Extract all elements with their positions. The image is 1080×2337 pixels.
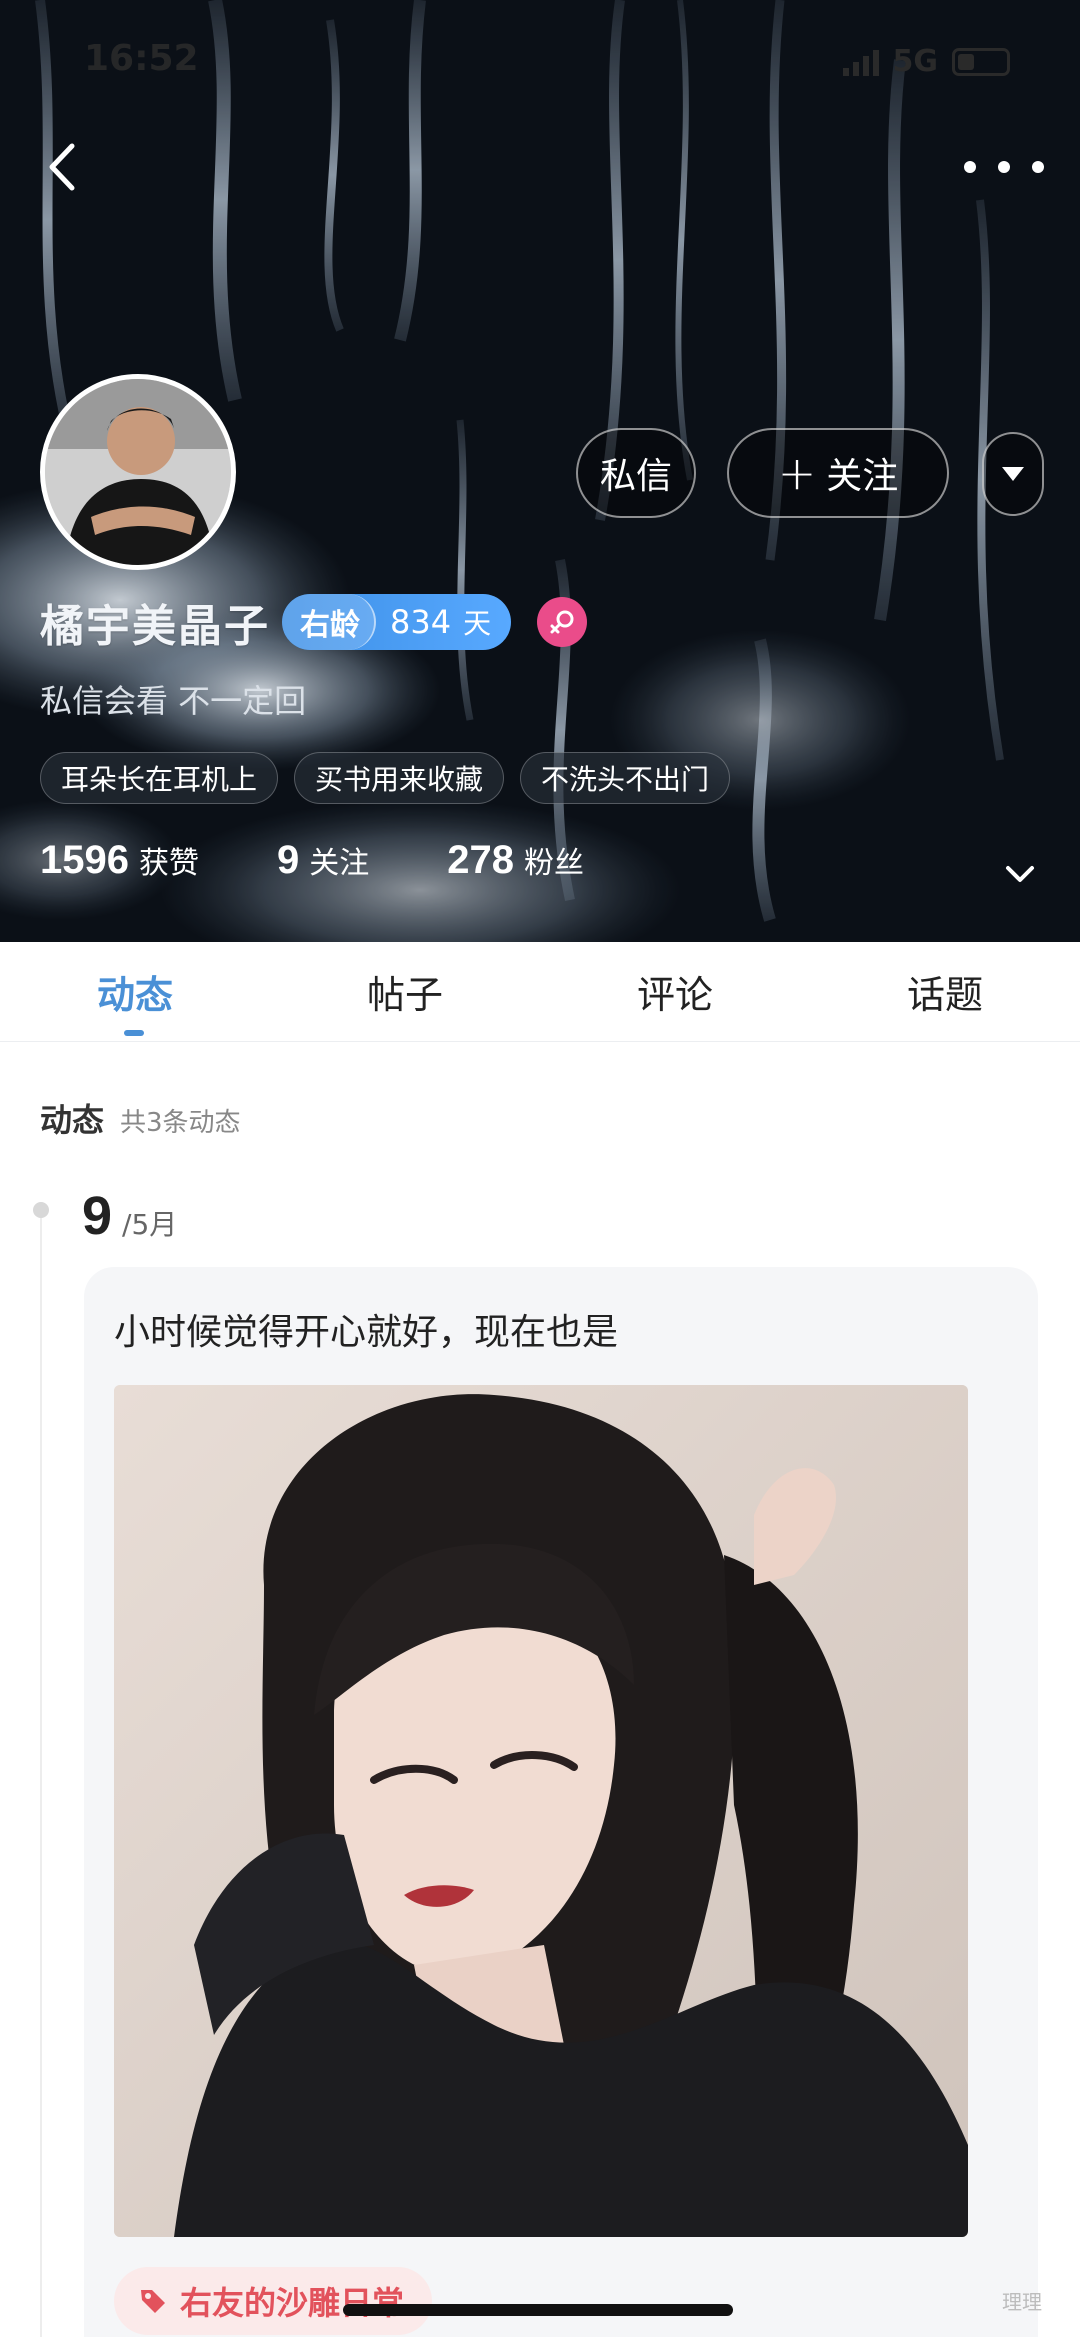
age-badge-value: 834 bbox=[390, 603, 452, 641]
chevron-down-icon bbox=[1006, 866, 1034, 882]
profile-tag[interactable]: 买书用来收藏 bbox=[294, 752, 505, 804]
home-indicator bbox=[343, 2304, 733, 2316]
timeline-dot bbox=[33, 1202, 49, 1218]
stat-label: 粉丝 bbox=[523, 846, 584, 881]
signal-icon bbox=[842, 48, 879, 76]
status-bar: 16:52 5G bbox=[0, 38, 1080, 88]
name-row: 橘宇美晶子 右龄 834 天 bbox=[40, 592, 588, 652]
feed-count: 共3条动态 bbox=[120, 1108, 241, 1138]
username: 橘宇美晶子 bbox=[40, 601, 270, 652]
profile-tabs: 动态 帖子 评论 话题 bbox=[0, 942, 1080, 1042]
stat-label: 获赞 bbox=[138, 846, 199, 881]
topic-label: 右友的沙雕日常 bbox=[180, 2284, 405, 2322]
age-badge-label: 右龄 bbox=[282, 594, 376, 650]
stat-followers[interactable]: 278 粉丝 bbox=[447, 838, 584, 883]
post-text: 小时候觉得开心就好，现在也是 bbox=[114, 1312, 619, 1353]
tab-posts[interactable]: 帖子 bbox=[270, 964, 540, 1019]
post-date: 9 /5月 bbox=[82, 1185, 177, 1247]
feed: 动态 共3条动态 9 /5月 小时候觉得开心就好，现在也是 右友的沙雕日常 bbox=[0, 1043, 1080, 2337]
tab-topics[interactable]: 话题 bbox=[810, 964, 1080, 1019]
watermark: 理理 bbox=[1002, 2290, 1042, 2314]
age-badge[interactable]: 右龄 834 天 bbox=[282, 594, 512, 650]
more-icon bbox=[964, 161, 976, 173]
follow-button[interactable]: + 关注 bbox=[727, 428, 949, 518]
dropdown-button[interactable] bbox=[982, 432, 1044, 516]
signature: 私信会看 不一定回 bbox=[40, 682, 307, 720]
battery-icon bbox=[952, 47, 1010, 76]
profile-header: 16:52 5G 私信 + 关注 橘宇美晶子 右龄 834 天 私信会看 不一定… bbox=[0, 0, 1080, 942]
female-icon bbox=[537, 597, 588, 647]
post-day: 9 bbox=[82, 1186, 113, 1246]
post-month: /5月 bbox=[122, 1208, 178, 1241]
post-card[interactable]: 小时候觉得开心就好，现在也是 右友的沙雕日常 bbox=[84, 1267, 1038, 2337]
tag-list: 耳朵长在耳机上 买书用来收藏 不洗头不出门 bbox=[40, 752, 731, 804]
stat-value: 1596 bbox=[40, 838, 129, 882]
follow-button-label: 关注 bbox=[826, 456, 899, 497]
tab-indicator bbox=[124, 1030, 144, 1036]
stat-following[interactable]: 9 关注 bbox=[277, 838, 369, 883]
stat-label: 关注 bbox=[309, 846, 370, 881]
timeline-line bbox=[40, 1213, 42, 2337]
stat-likes[interactable]: 1596 获赞 bbox=[40, 838, 199, 883]
expand-button[interactable] bbox=[1004, 862, 1036, 886]
tab-dynamics[interactable]: 动态 bbox=[0, 964, 270, 1019]
network-type: 5G bbox=[892, 44, 939, 79]
age-badge-unit: 天 bbox=[463, 607, 492, 640]
feed-header: 动态 共3条动态 bbox=[40, 1095, 241, 1141]
profile-tag[interactable]: 耳朵长在耳机上 bbox=[40, 752, 279, 804]
message-button[interactable]: 私信 bbox=[576, 428, 696, 518]
profile-tag[interactable]: 不洗头不出门 bbox=[520, 752, 731, 804]
topic-chip[interactable]: 右友的沙雕日常 bbox=[114, 2267, 433, 2335]
stats-row: 1596 获赞 9 关注 278 粉丝 bbox=[40, 838, 662, 883]
avatar[interactable] bbox=[40, 374, 236, 570]
feed-title: 动态 bbox=[40, 1101, 105, 1139]
tag-icon bbox=[141, 2290, 165, 2313]
dropdown-icon bbox=[1002, 467, 1024, 481]
post-image[interactable] bbox=[114, 1385, 968, 2237]
message-button-label: 私信 bbox=[599, 456, 672, 497]
stat-value: 278 bbox=[447, 838, 514, 882]
stat-value: 9 bbox=[276, 838, 300, 882]
plus-icon: + bbox=[777, 446, 817, 500]
status-time: 16:52 bbox=[84, 38, 199, 79]
back-button[interactable] bbox=[38, 132, 88, 202]
more-button[interactable] bbox=[964, 142, 1044, 192]
tab-comments[interactable]: 评论 bbox=[540, 964, 810, 1019]
back-icon bbox=[49, 143, 75, 191]
